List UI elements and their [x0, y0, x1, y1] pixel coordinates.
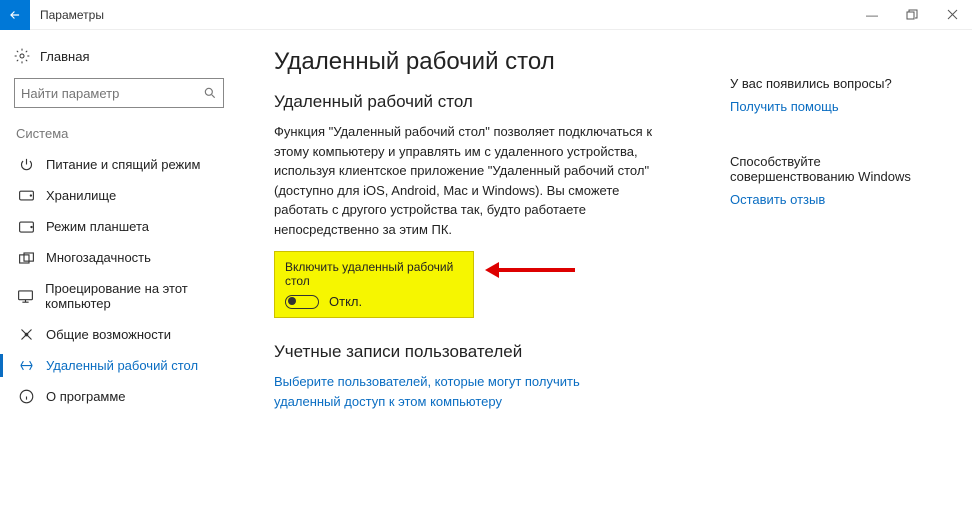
toggle-state: Откл. — [329, 294, 362, 309]
sidebar-item-shared[interactable]: Общие возможности — [14, 319, 250, 350]
shared-icon — [18, 327, 34, 342]
sidebar-item-label: Режим планшета — [46, 219, 149, 234]
sidebar-item-projection[interactable]: Проецирование на этот компьютер — [14, 273, 250, 319]
window-title: Параметры — [40, 8, 104, 22]
sidebar-item-label: Многозадачность — [46, 250, 151, 265]
sidebar: Главная Система Питание и спящий режим Х… — [0, 30, 250, 516]
questions-heading: У вас появились вопросы? — [730, 76, 924, 91]
sidebar-item-label: Питание и спящий режим — [46, 157, 200, 172]
tablet-icon — [18, 221, 34, 233]
right-column: У вас появились вопросы? Получить помощь… — [730, 30, 940, 516]
projection-icon — [18, 290, 33, 303]
sidebar-item-label: Проецирование на этот компьютер — [45, 281, 246, 311]
minimize-button[interactable]: — — [852, 0, 892, 30]
page-title: Удаленный рабочий стол — [274, 48, 706, 76]
info-icon — [18, 389, 34, 404]
search-icon — [203, 86, 217, 100]
sidebar-item-label: Удаленный рабочий стол — [46, 358, 198, 373]
search-input[interactable] — [21, 86, 203, 101]
select-users-link[interactable]: Выберите пользователей, которые могут по… — [274, 372, 634, 411]
storage-icon — [18, 190, 34, 201]
sidebar-item-label: Хранилище — [46, 188, 116, 203]
window-controls: — — [852, 0, 972, 30]
titlebar: Параметры — — [0, 0, 972, 30]
get-help-link[interactable]: Получить помощь — [730, 99, 924, 114]
annotation-arrow — [495, 268, 575, 272]
sidebar-item-about[interactable]: О программе — [14, 381, 250, 412]
sidebar-item-remote-desktop[interactable]: Удаленный рабочий стол — [14, 350, 250, 381]
improve-heading: Способствуйте совершенствованию Windows — [730, 154, 924, 184]
main-panel: Удаленный рабочий стол Удаленный рабочий… — [250, 30, 730, 516]
power-icon — [18, 157, 34, 172]
sidebar-item-label: О программе — [46, 389, 126, 404]
remote-desktop-icon — [18, 358, 34, 373]
remote-desktop-toggle-block: Включить удаленный рабочий стол Откл. — [274, 251, 474, 318]
sidebar-item-storage[interactable]: Хранилище — [14, 180, 250, 211]
multitask-icon — [18, 252, 34, 264]
maximize-button[interactable] — [892, 0, 932, 30]
sidebar-home[interactable]: Главная — [14, 42, 250, 78]
sidebar-section-label: Система — [16, 126, 250, 141]
remote-desktop-toggle[interactable] — [285, 295, 319, 309]
feedback-link[interactable]: Оставить отзыв — [730, 192, 924, 207]
search-box[interactable] — [14, 78, 224, 108]
sidebar-item-power[interactable]: Питание и спящий режим — [14, 149, 250, 180]
sidebar-home-label: Главная — [40, 49, 89, 64]
sidebar-item-tablet[interactable]: Режим планшета — [14, 211, 250, 242]
sidebar-item-multitask[interactable]: Многозадачность — [14, 242, 250, 273]
sidebar-item-label: Общие возможности — [46, 327, 171, 342]
back-button[interactable] — [0, 0, 30, 30]
toggle-label: Включить удаленный рабочий стол — [285, 260, 463, 288]
section-heading: Удаленный рабочий стол — [274, 92, 706, 112]
close-button[interactable] — [932, 0, 972, 30]
section-description: Функция "Удаленный рабочий стол" позволя… — [274, 122, 674, 239]
gear-icon — [14, 48, 30, 64]
accounts-heading: Учетные записи пользователей — [274, 342, 706, 362]
